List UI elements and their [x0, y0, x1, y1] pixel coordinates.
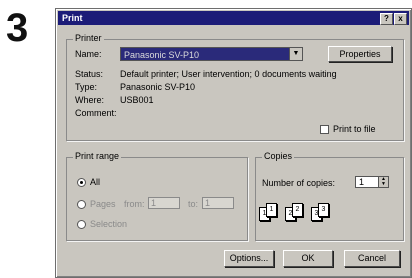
status-label: Status:	[75, 69, 104, 79]
printer-name-value: Panasonic SV-P10	[124, 50, 200, 60]
cancel-button[interactable]: Cancel	[344, 250, 400, 267]
copies-spinner[interactable]: 1 ▲ ▼	[355, 176, 389, 188]
pages-label: Pages	[90, 199, 116, 209]
collate-page-icon: 2	[292, 203, 303, 217]
printer-group-label: Printer	[73, 33, 104, 43]
status-value: Default printer; User intervention; 0 do…	[120, 69, 337, 79]
from-label: from:	[124, 199, 145, 209]
collate-page-icon: 3	[318, 203, 329, 217]
comment-label: Comment:	[75, 108, 117, 118]
dialog-title: Print	[62, 13, 83, 23]
number-of-copies-label: Number of copies:	[262, 178, 336, 188]
selection-label: Selection	[90, 219, 128, 229]
step-number: 3	[6, 6, 29, 50]
properties-button[interactable]: Properties	[328, 46, 392, 62]
all-label: All	[90, 177, 101, 187]
ok-button-label: OK	[301, 253, 315, 263]
type-value: Panasonic SV-P10	[120, 82, 196, 92]
cancel-button-label: Cancel	[357, 253, 386, 263]
properties-button-label: Properties	[339, 49, 381, 59]
to-label: to:	[188, 199, 199, 209]
ok-button[interactable]: OK	[283, 250, 333, 267]
to-value: 1	[205, 198, 211, 208]
options-button[interactable]: Options...	[224, 250, 274, 267]
to-field[interactable]: 1	[202, 197, 234, 209]
print-to-file-checkbox[interactable]	[320, 125, 329, 134]
type-label: Type:	[75, 82, 98, 92]
copies-value: 1	[359, 177, 365, 187]
where-value: USB001	[120, 95, 154, 105]
help-button[interactable]: ?	[380, 13, 393, 25]
close-button[interactable]: x	[394, 13, 407, 25]
copies-group-label: Copies	[262, 151, 295, 161]
all-radio[interactable]	[77, 178, 86, 187]
collate-page-icon: 1	[266, 203, 277, 217]
print-to-file-label: Print to file	[333, 124, 376, 134]
pages-radio[interactable]	[77, 200, 86, 209]
where-label: Where:	[75, 95, 105, 105]
selection-radio[interactable]	[77, 220, 86, 229]
from-field[interactable]: 1	[148, 197, 180, 209]
print-range-group-label: Print range	[73, 151, 122, 161]
title-bar: Print ? x	[58, 11, 409, 25]
copies-group: Copies	[255, 151, 404, 241]
options-button-label: Options...	[229, 253, 269, 263]
spinner-arrows-icon[interactable]: ▲ ▼	[378, 177, 388, 187]
chevron-down-icon[interactable]: ▼	[289, 48, 302, 60]
printer-name-select[interactable]: Panasonic SV-P10 ▼	[120, 47, 303, 61]
from-value: 1	[151, 198, 157, 208]
name-label: Name:	[75, 49, 102, 59]
